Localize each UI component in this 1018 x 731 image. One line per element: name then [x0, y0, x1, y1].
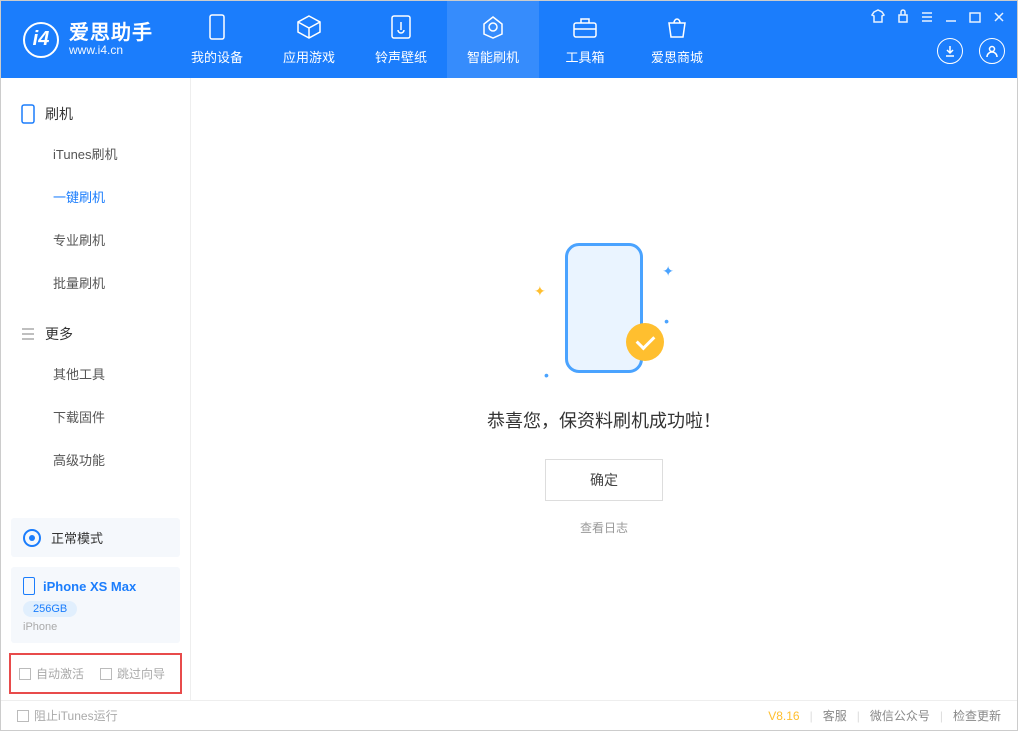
device-type: iPhone: [23, 621, 168, 633]
nav-apps[interactable]: 应用游戏: [263, 1, 355, 78]
nav-store[interactable]: 爱思商城: [631, 1, 723, 78]
section-flash-label: 刷机: [45, 104, 73, 124]
ringtones-icon: [390, 13, 412, 41]
ok-button[interactable]: 确定: [545, 459, 663, 501]
separator: |: [857, 709, 860, 723]
header-right: [871, 1, 1005, 78]
lock-icon[interactable]: [897, 9, 909, 28]
body: 刷机 iTunes刷机 一键刷机 专业刷机 批量刷机 更多 其他工具 下载固件 …: [1, 78, 1017, 700]
logo-text: 爱思助手 www.i4.cn: [69, 22, 153, 57]
toolbox-icon: [572, 13, 598, 41]
device-name-row: iPhone XS Max: [23, 577, 168, 595]
device-capacity: 256GB: [23, 601, 77, 617]
maximize-button[interactable]: [969, 10, 981, 28]
phone-icon: [21, 104, 35, 124]
options-highlight-box: 自动激活 跳过向导: [9, 653, 182, 694]
main-nav: 我的设备 应用游戏 铃声壁纸 智能刷机 工具箱 爱思商城: [171, 1, 723, 78]
device-name: iPhone XS Max: [43, 579, 136, 594]
support-link[interactable]: 客服: [823, 707, 847, 724]
sidebar-item-other[interactable]: 其他工具: [53, 352, 190, 395]
app-url: www.i4.cn: [69, 44, 153, 57]
sidebar-item-onekey[interactable]: 一键刷机: [53, 175, 190, 218]
header-icons: [937, 38, 1005, 64]
checkbox-auto-label: 自动激活: [36, 665, 84, 682]
sparkle-icon: •: [544, 367, 549, 383]
sidebar-item-pro[interactable]: 专业刷机: [53, 218, 190, 261]
sidebar-item-itunes[interactable]: iTunes刷机: [53, 132, 190, 175]
user-icon[interactable]: [979, 38, 1005, 64]
minimize-button[interactable]: [945, 10, 957, 28]
separator: |: [940, 709, 943, 723]
sidebar-bottom: 正常模式 iPhone XS Max 256GB iPhone 自动激活 跳过向…: [1, 508, 190, 700]
store-icon: [665, 13, 689, 41]
sparkle-icon: •: [664, 313, 669, 329]
success-message: 恭喜您，保资料刷机成功啦！: [487, 407, 721, 433]
sparkle-icon: ✦: [662, 263, 674, 280]
close-button[interactable]: [993, 10, 1005, 28]
nav-ringtones-label: 铃声壁纸: [375, 47, 427, 66]
download-icon[interactable]: [937, 38, 963, 64]
footer: 阻止iTunes运行 V8.16 | 客服 | 微信公众号 | 检查更新: [1, 700, 1017, 730]
nav-device-label: 我的设备: [191, 47, 243, 66]
app-name: 爱思助手: [69, 22, 153, 44]
checkbox-icon: [17, 710, 29, 722]
checkbox-skip-guide[interactable]: 跳过向导: [100, 665, 165, 682]
update-link[interactable]: 检查更新: [953, 707, 1001, 724]
device-info-box[interactable]: iPhone XS Max 256GB iPhone: [11, 567, 180, 643]
sparkle-icon: ✦: [534, 283, 546, 300]
nav-toolbox[interactable]: 工具箱: [539, 1, 631, 78]
sidebar-flash-items: iTunes刷机 一键刷机 专业刷机 批量刷机: [1, 132, 190, 304]
sidebar-section-flash: 刷机: [1, 96, 190, 132]
menu-icon[interactable]: [921, 10, 933, 28]
separator: |: [810, 709, 813, 723]
logo-icon: i4: [23, 22, 59, 58]
apps-icon: [296, 13, 322, 41]
sidebar: 刷机 iTunes刷机 一键刷机 专业刷机 批量刷机 更多 其他工具 下载固件 …: [1, 78, 191, 700]
device-icon: [208, 13, 226, 41]
checkbox-block-itunes[interactable]: 阻止iTunes运行: [17, 707, 118, 724]
block-itunes-label: 阻止iTunes运行: [34, 707, 118, 724]
version-label: V8.16: [768, 709, 799, 723]
checkbox-icon: [100, 668, 112, 680]
sidebar-item-batch[interactable]: 批量刷机: [53, 261, 190, 304]
checkbox-skip-label: 跳过向导: [117, 665, 165, 682]
footer-right: V8.16 | 客服 | 微信公众号 | 检查更新: [768, 707, 1001, 724]
flash-icon: [480, 13, 506, 41]
sidebar-section-more: 更多: [1, 316, 190, 352]
status-dot-icon: [23, 529, 41, 547]
nav-toolbox-label: 工具箱: [565, 47, 604, 66]
device-mode-box[interactable]: 正常模式: [11, 518, 180, 557]
nav-flash[interactable]: 智能刷机: [447, 1, 539, 78]
nav-store-label: 爱思商城: [651, 47, 703, 66]
phone-small-icon: [23, 577, 35, 595]
window-controls: [871, 9, 1005, 28]
sidebar-more-items: 其他工具 下载固件 高级功能: [1, 352, 190, 481]
wechat-link[interactable]: 微信公众号: [870, 707, 930, 724]
nav-flash-label: 智能刷机: [467, 47, 519, 66]
shirt-icon[interactable]: [871, 9, 885, 28]
sidebar-item-advanced[interactable]: 高级功能: [53, 438, 190, 481]
sidebar-item-firmware[interactable]: 下载固件: [53, 395, 190, 438]
checkmark-circle-icon: [626, 323, 664, 361]
checkbox-auto-activate[interactable]: 自动激活: [19, 665, 84, 682]
device-mode-label: 正常模式: [51, 528, 103, 547]
list-icon: [21, 327, 35, 341]
main-content: ✦ ✦ • • 恭喜您，保资料刷机成功啦！ 确定 查看日志: [191, 78, 1017, 700]
section-more-label: 更多: [45, 324, 73, 344]
checkbox-icon: [19, 668, 31, 680]
nav-ringtones[interactable]: 铃声壁纸: [355, 1, 447, 78]
success-illustration: ✦ ✦ • •: [534, 243, 674, 383]
logo[interactable]: i4 爱思助手 www.i4.cn: [1, 1, 171, 78]
header: i4 爱思助手 www.i4.cn 我的设备 应用游戏 铃声壁纸 智能刷机 工具…: [1, 1, 1017, 78]
view-log-link[interactable]: 查看日志: [580, 519, 628, 536]
nav-device[interactable]: 我的设备: [171, 1, 263, 78]
nav-apps-label: 应用游戏: [283, 47, 335, 66]
